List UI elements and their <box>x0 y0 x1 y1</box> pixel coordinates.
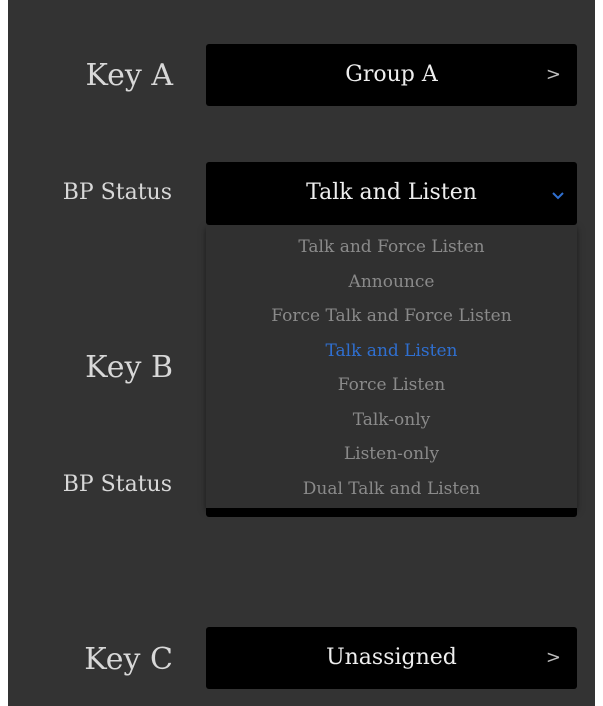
bp-status-selected-value: Talk and Listen <box>306 180 477 205</box>
dropdown-option[interactable]: Force Listen <box>206 374 577 396</box>
chevron-down-icon <box>552 192 564 200</box>
key-b-label: Key B <box>85 350 173 385</box>
settings-panel: Key A Group A > BP Status Talk and Liste… <box>8 0 595 706</box>
key-a-group-value: Group A <box>345 62 438 87</box>
key-c-group-value: Unassigned <box>326 645 457 670</box>
key-a-group-button[interactable]: Group A > <box>206 44 577 106</box>
key-b-bp-status-select[interactable] <box>206 508 577 517</box>
key-b-bp-status-label: BP Status <box>62 472 172 497</box>
dropdown-option[interactable]: Talk and Force Listen <box>206 236 577 258</box>
key-a-label: Key A <box>85 58 173 93</box>
dropdown-option[interactable]: Talk-only <box>206 409 577 431</box>
chevron-right-icon: > <box>545 64 561 85</box>
dropdown-option-selected[interactable]: Talk and Listen <box>206 340 577 362</box>
key-a-bp-status-label: BP Status <box>62 180 172 205</box>
key-a-bp-status-select[interactable]: Talk and Listen <box>206 162 577 225</box>
key-c-label: Key C <box>84 642 173 677</box>
dropdown-option[interactable]: Listen-only <box>206 443 577 465</box>
chevron-right-icon: > <box>545 647 561 668</box>
dropdown-option[interactable]: Dual Talk and Listen <box>206 478 577 500</box>
dropdown-option[interactable]: Announce <box>206 271 577 293</box>
dropdown-option[interactable]: Force Talk and Force Listen <box>206 305 577 327</box>
bp-status-dropdown: Talk and Force Listen Announce Force Tal… <box>206 225 577 508</box>
key-c-group-button[interactable]: Unassigned > <box>206 627 577 689</box>
